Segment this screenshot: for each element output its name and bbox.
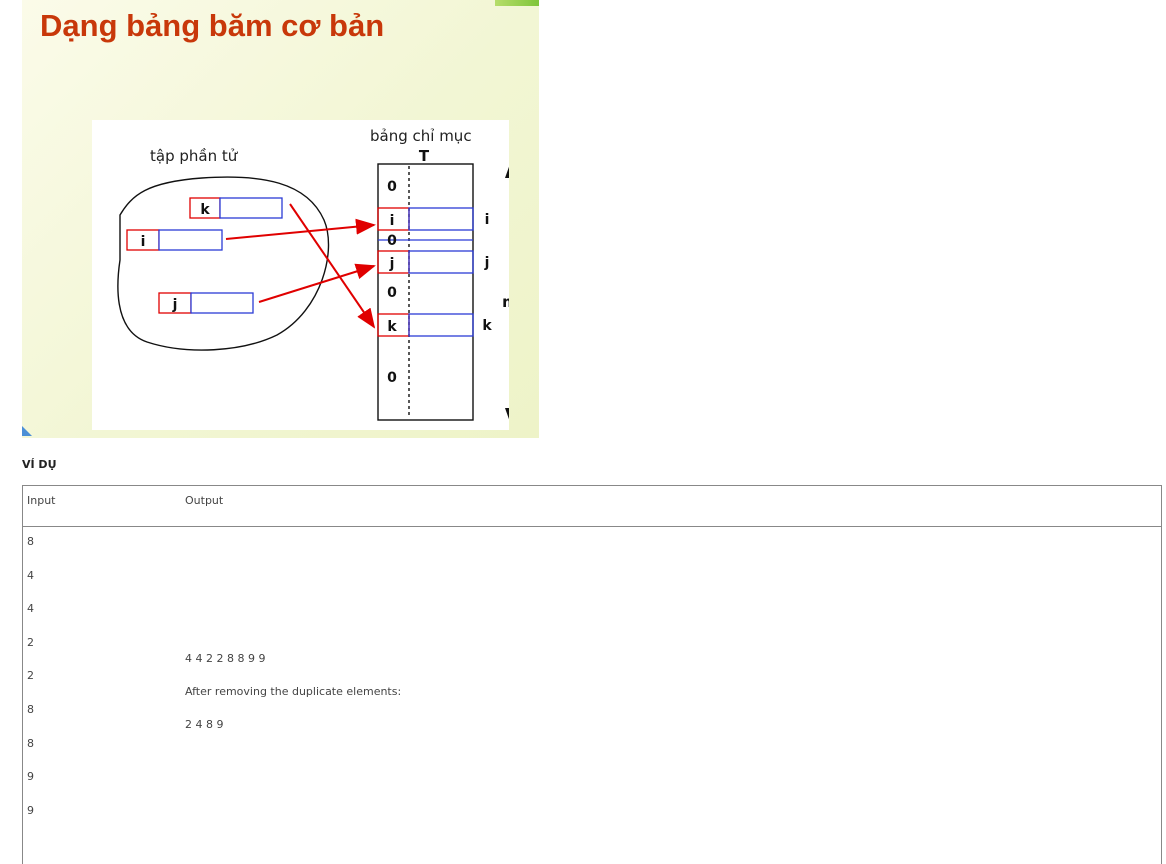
slide-title: Dạng bảng băm cơ bản bbox=[40, 8, 385, 43]
index-label: i bbox=[485, 212, 490, 228]
index-table-label: bảng chỉ mục bbox=[370, 127, 472, 145]
input-value: 8 bbox=[27, 535, 34, 548]
hash-table-diagram: tập phần tử k i j bảng chỉ mục T 0 i 0 j… bbox=[92, 120, 509, 430]
element-value-box bbox=[190, 292, 254, 314]
index-label: k bbox=[482, 318, 492, 334]
output-line: 2 4 8 9 bbox=[185, 718, 224, 731]
input-value: 9 bbox=[27, 770, 34, 784]
input-value: 4 bbox=[27, 568, 34, 582]
slide-image: Dạng bảng băm cơ bản tập phần tử k i j b… bbox=[22, 0, 539, 438]
slot-value: k bbox=[387, 319, 397, 335]
element-set-label: tập phần tử bbox=[150, 147, 239, 165]
slot-value: 0 bbox=[387, 179, 397, 195]
input-column-header: Input bbox=[27, 494, 56, 507]
slot-value: i bbox=[390, 213, 395, 229]
index-label: j bbox=[484, 255, 490, 271]
element-j: j bbox=[158, 292, 254, 314]
example-heading: VÍ DỤ bbox=[22, 458, 57, 471]
element-key-label: i bbox=[141, 234, 146, 250]
input-value: 8 bbox=[27, 702, 34, 716]
table-name-label: T bbox=[419, 147, 430, 165]
input-value: 9 bbox=[27, 803, 34, 817]
input-value: 2 bbox=[27, 669, 34, 683]
slide-accent bbox=[495, 0, 539, 6]
input-value: 2 bbox=[27, 635, 34, 649]
output-column-header: Output bbox=[185, 494, 224, 507]
element-i: i bbox=[126, 229, 223, 251]
slide-corner bbox=[22, 426, 32, 436]
element-k: k bbox=[189, 197, 283, 219]
element-key-label: k bbox=[200, 202, 210, 218]
slot-value: 0 bbox=[387, 233, 397, 249]
input-value: 8 bbox=[27, 736, 34, 750]
output-line: 4 4 2 2 8 8 9 9 bbox=[185, 652, 266, 665]
example-table: Input Output 8 4 4 2 2 8 8 9 9 4 4 2 2 8… bbox=[22, 485, 1162, 864]
table-header-row: Input Output bbox=[23, 486, 1161, 527]
input-value: 4 bbox=[27, 602, 34, 616]
input-values: 8 4 4 2 2 8 8 9 9 bbox=[27, 535, 34, 837]
slot-value: 0 bbox=[387, 285, 397, 301]
table-size-label: m bbox=[502, 293, 509, 311]
output-values: 4 4 2 2 8 8 9 9 After removing the dupli… bbox=[185, 652, 401, 751]
slot-value: 0 bbox=[387, 370, 397, 386]
element-value-box bbox=[219, 197, 283, 219]
output-line: After removing the duplicate elements: bbox=[185, 685, 402, 698]
element-value-box bbox=[158, 229, 223, 251]
slot-value: j bbox=[389, 256, 395, 272]
element-key-label: j bbox=[172, 297, 178, 313]
